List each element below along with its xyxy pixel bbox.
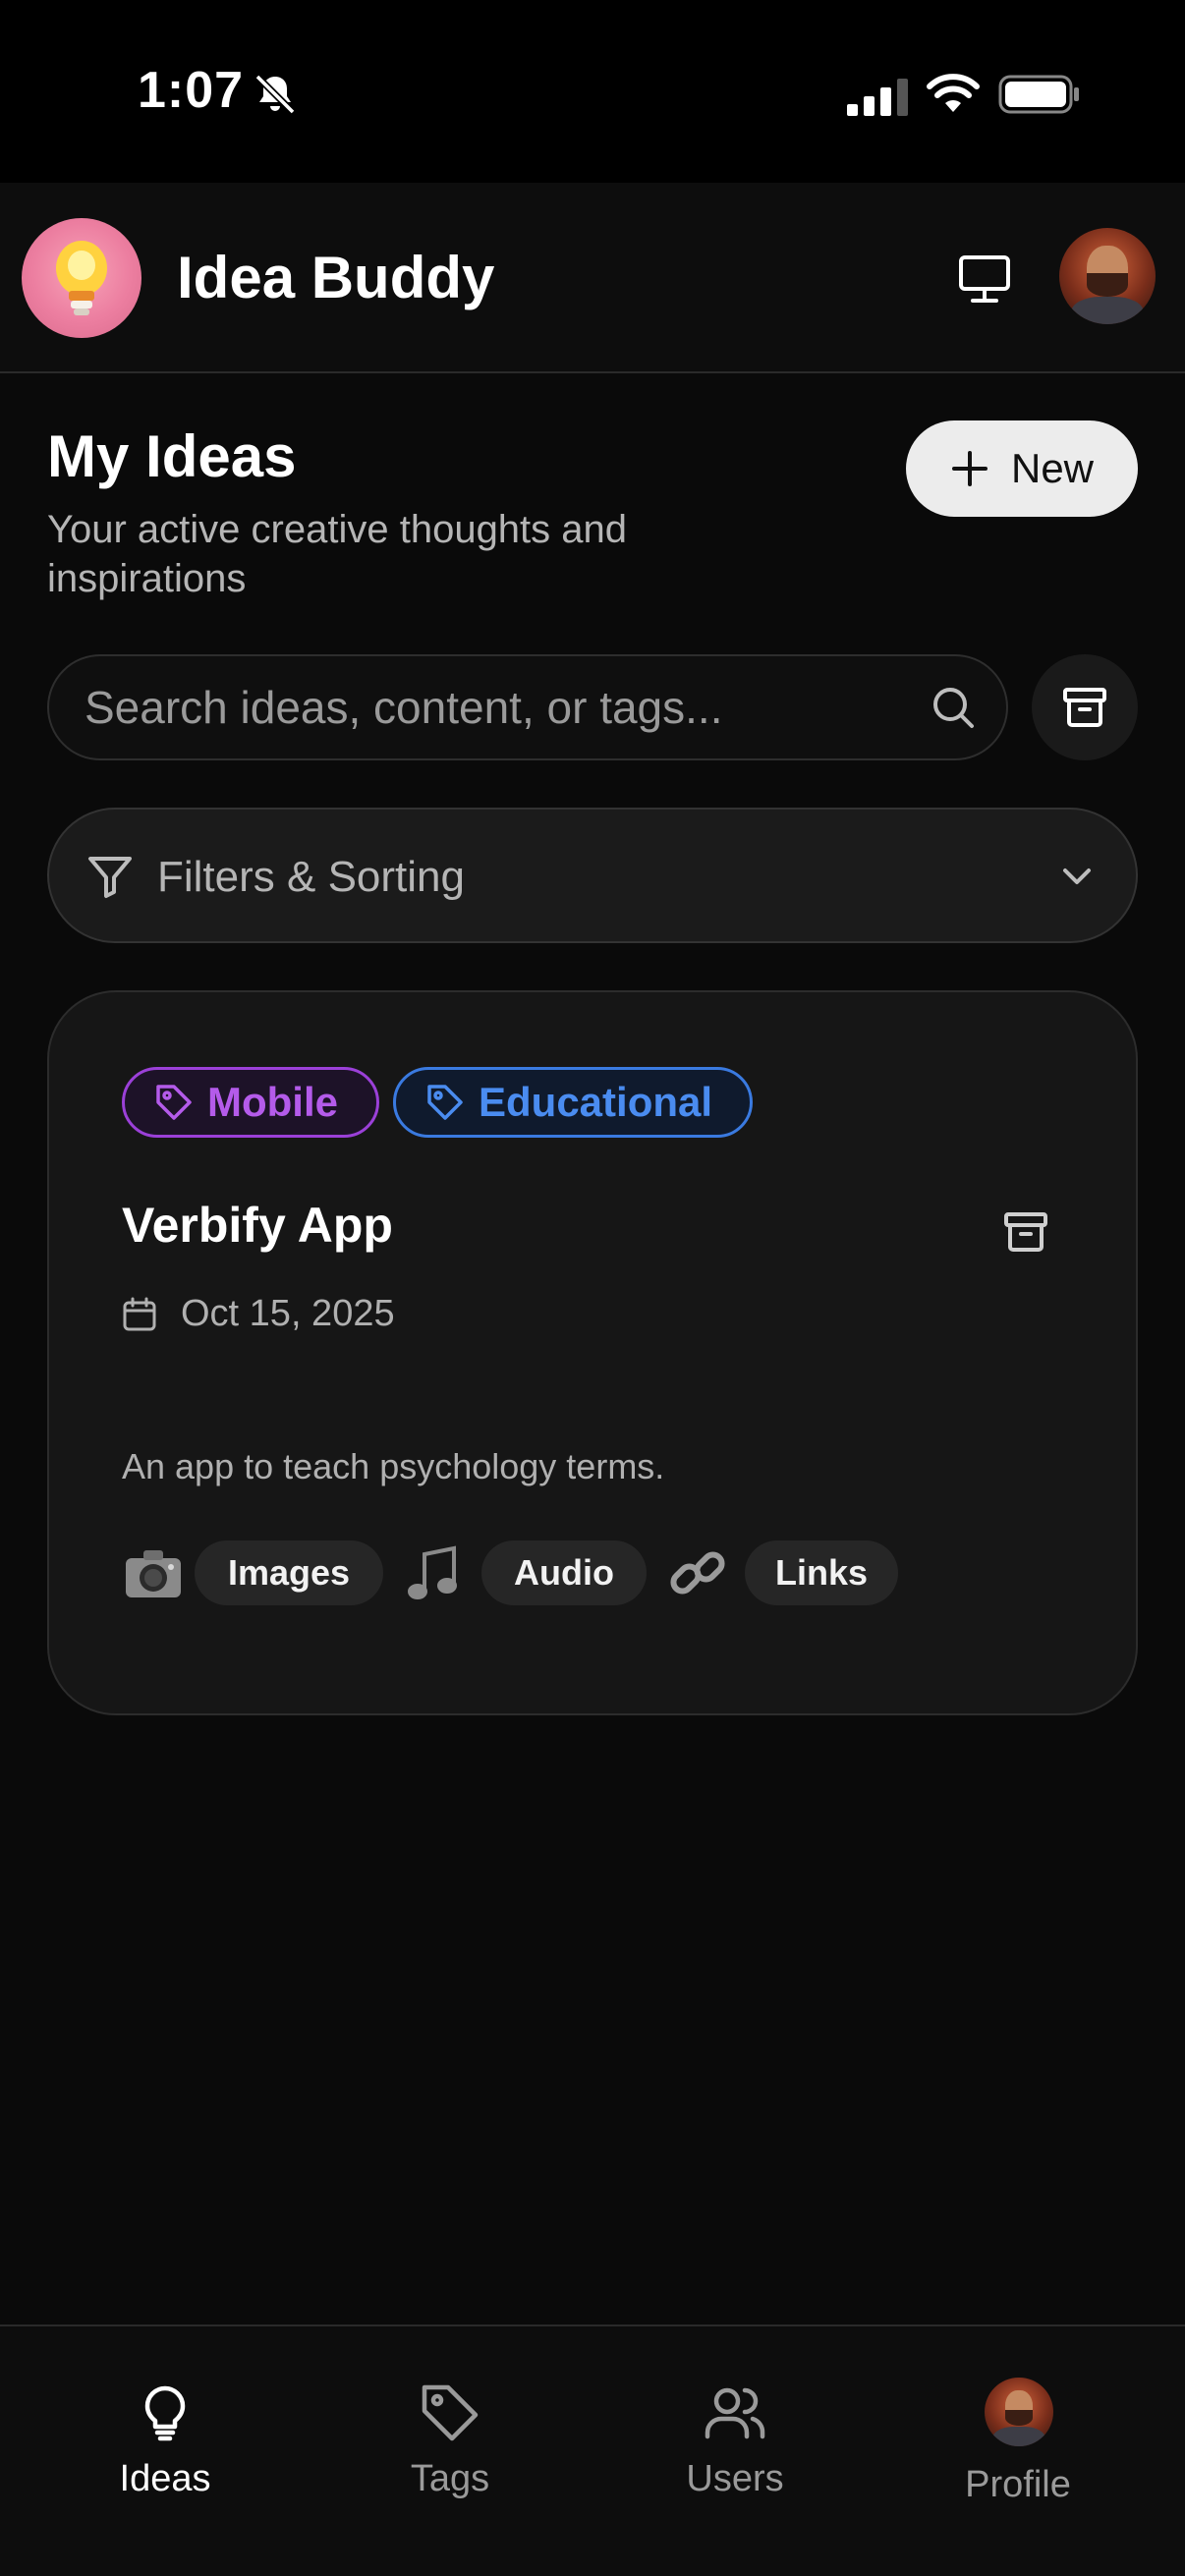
music-note-icon	[408, 1545, 457, 1599]
tag-chip-educational[interactable]: Educational	[393, 1067, 753, 1138]
avatar	[985, 2378, 1053, 2446]
ideas-screen: 1:07 Idea Buddy My Ideas Your active cre…	[0, 0, 1185, 2576]
battery-icon	[998, 75, 1079, 114]
media-pill-audio[interactable]: Audio	[481, 1540, 647, 1605]
tag-icon	[156, 1085, 192, 1120]
media-label: Links	[774, 1552, 869, 1593]
nav-item-users[interactable]: Users	[617, 2326, 853, 2523]
media-label: Images	[227, 1552, 351, 1593]
cellular-signal-icon	[847, 79, 908, 116]
bottom-nav: Ideas Tags Users Profile	[0, 2324, 1185, 2576]
nav-item-tags[interactable]: Tags	[332, 2326, 568, 2523]
status-time: 1:07	[138, 62, 245, 119]
app-title: Idea Buddy	[177, 245, 495, 310]
nav-item-ideas[interactable]: Ideas	[47, 2326, 283, 2523]
search-icon[interactable]	[930, 684, 977, 731]
plus-icon	[951, 451, 988, 486]
page-title: My Ideas	[47, 423, 297, 489]
calendar-icon	[123, 1297, 156, 1331]
status-bar: 1:07	[0, 0, 1185, 183]
app-logo	[22, 218, 141, 338]
camera-icon	[126, 1550, 181, 1597]
users-icon	[705, 2387, 765, 2439]
chevron-down-icon	[1063, 868, 1091, 884]
page-subtitle: Your active creative thoughts and inspir…	[47, 508, 628, 600]
nav-label: Tags	[410, 2458, 490, 2499]
media-row: Images Audio Links	[122, 1540, 1065, 1605]
nav-label: Ideas	[119, 2458, 211, 2499]
avatar[interactable]	[1059, 228, 1156, 324]
lightbulb-icon	[56, 241, 107, 315]
idea-title: Verbify App	[122, 1198, 393, 1253]
tag-chip-mobile[interactable]: Mobile	[122, 1067, 379, 1138]
archive-icon[interactable]	[1002, 1208, 1049, 1256]
archived-ideas-button[interactable]	[1032, 654, 1138, 760]
monitor-icon[interactable]	[955, 252, 1014, 307]
filters-dropdown[interactable]: Filters & Sorting	[47, 808, 1138, 943]
nav-item-profile[interactable]: Profile	[900, 2326, 1136, 2523]
lightbulb-icon	[144, 2385, 186, 2441]
search-input[interactable]	[85, 656, 890, 758]
tag-label: Educational	[479, 1079, 713, 1125]
search-bar	[47, 654, 1008, 760]
idea-date: Oct 15, 2025	[181, 1293, 395, 1334]
new-idea-button[interactable]: New	[906, 420, 1138, 517]
archive-icon	[1063, 688, 1106, 727]
nav-label: Profile	[965, 2464, 1071, 2505]
filter-icon	[88, 857, 132, 898]
tag-label: Mobile	[207, 1079, 338, 1125]
new-idea-label: New	[1010, 445, 1095, 491]
wifi-icon	[927, 74, 980, 112]
tag-icon	[427, 1085, 463, 1120]
bell-off-icon	[254, 74, 296, 115]
app-header: Idea Buddy	[0, 183, 1185, 373]
media-pill-images[interactable]: Images	[195, 1540, 383, 1605]
media-label: Audio	[514, 1552, 614, 1593]
link-icon	[670, 1551, 725, 1595]
nav-label: Users	[686, 2458, 784, 2499]
filters-label: Filters & Sorting	[157, 853, 465, 901]
idea-card[interactable]: Mobile Educational Verbify App Oct 15, 2…	[47, 990, 1138, 1715]
media-pill-links[interactable]: Links	[745, 1540, 898, 1605]
idea-description: An app to teach psychology terms.	[122, 1446, 665, 1486]
tag-icon	[422, 2384, 479, 2441]
